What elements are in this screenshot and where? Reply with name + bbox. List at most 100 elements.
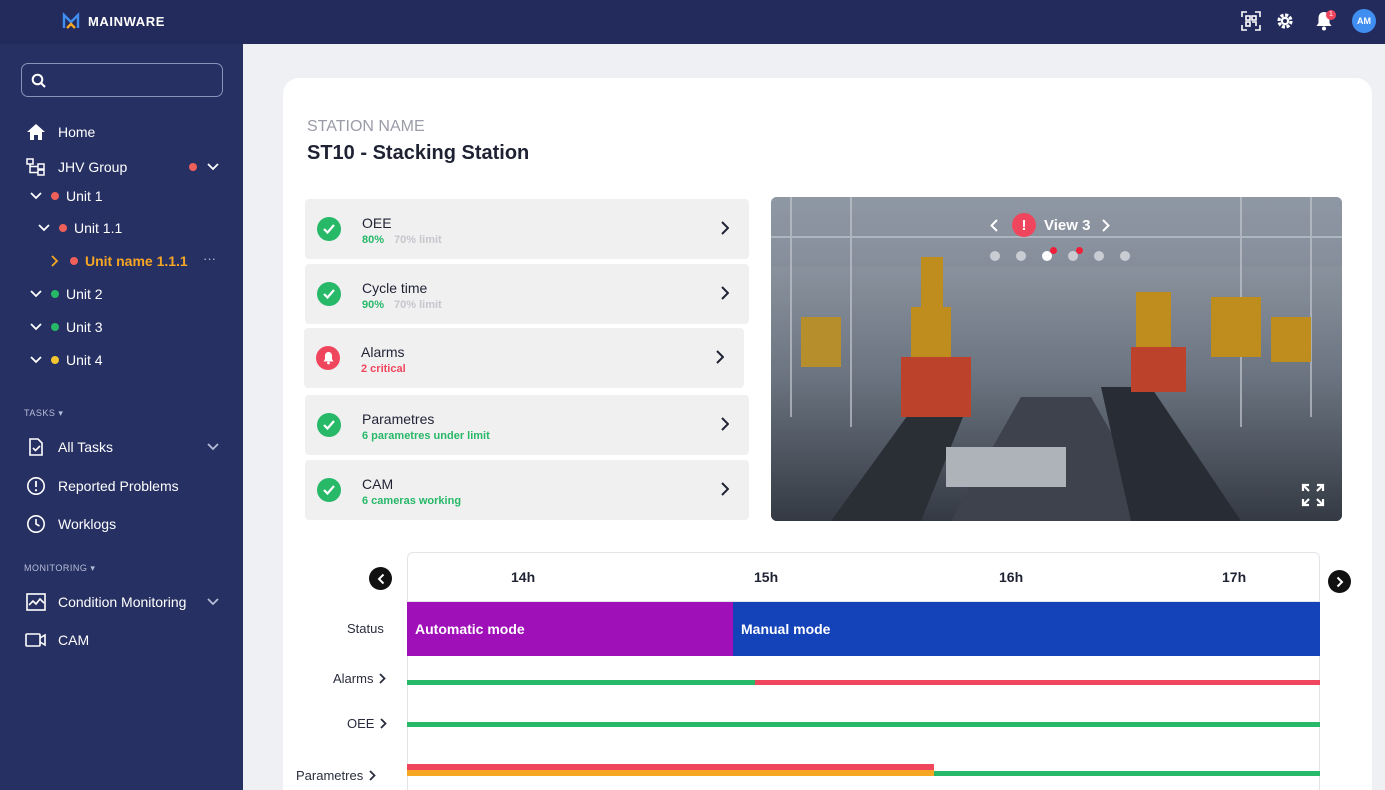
tree-item-unit-1[interactable]: Unit 1 — [29, 184, 103, 208]
bell-icon[interactable]: 1 — [1312, 9, 1336, 33]
section-tasks[interactable]: TASKS ▾ — [24, 408, 63, 419]
camera-dot[interactable] — [990, 251, 1000, 261]
chevron-left-icon — [377, 573, 384, 584]
section-label: MONITORING — [24, 563, 88, 573]
alarms-bar-ok[interactable] — [407, 680, 755, 685]
card-cycle-time[interactable]: Cycle time 90% 70% limit — [305, 264, 749, 324]
timeline-row-oee[interactable]: OEE — [347, 716, 388, 731]
app-logo[interactable]: MAINWARE — [62, 11, 165, 31]
status-dot — [70, 257, 78, 265]
bell-alert-icon — [316, 346, 340, 370]
card-alarms[interactable]: Alarms 2 critical — [304, 328, 744, 388]
section-label: TASKS — [24, 408, 56, 418]
sidebar-item-all-tasks[interactable]: All Tasks — [25, 435, 221, 459]
chevron-down-icon[interactable] — [207, 598, 219, 606]
card-title: OEE — [362, 215, 392, 231]
clipboard-check-icon — [25, 436, 47, 458]
chevron-right-icon — [379, 673, 387, 684]
check-circle-icon — [317, 282, 341, 306]
card-value: 2 critical — [361, 363, 406, 375]
tree-item-unit-3[interactable]: Unit 3 — [29, 315, 103, 339]
card-cam[interactable]: CAM 6 cameras working — [305, 460, 749, 520]
camera-dot[interactable] — [1016, 251, 1026, 261]
sidebar-item-cam[interactable]: CAM — [25, 628, 89, 652]
notification-badge: 1 — [1326, 10, 1336, 20]
chevron-right-icon[interactable] — [721, 286, 729, 300]
chevron-down-icon[interactable] — [37, 224, 51, 232]
brand-name: MAINWARE — [88, 13, 166, 29]
status-dot — [51, 192, 59, 200]
camera-dot[interactable] — [1068, 247, 1083, 261]
status-dot — [189, 163, 197, 171]
chevron-down-icon[interactable] — [29, 356, 43, 364]
alert-icon: ! — [1012, 213, 1036, 237]
sidebar-item-worklogs[interactable]: Worklogs — [25, 512, 116, 536]
timeline-row-alarms[interactable]: Alarms — [333, 671, 387, 686]
section-monitoring[interactable]: MONITORING ▾ — [24, 563, 95, 574]
chevron-right-icon[interactable] — [1102, 218, 1111, 232]
tree-item-unit-1-1[interactable]: Unit 1.1 — [37, 216, 122, 240]
tree-item-unit-4[interactable]: Unit 4 — [29, 348, 103, 372]
card-title: CAM — [362, 476, 394, 492]
chevron-down-icon[interactable] — [207, 163, 219, 171]
chevron-down-icon[interactable] — [29, 323, 43, 331]
caret-down-icon: ▾ — [90, 563, 96, 573]
parametres-bar-warn[interactable] — [407, 770, 934, 776]
clock-icon — [25, 513, 47, 535]
card-oee[interactable]: OEE 80% 70% limit — [305, 199, 749, 259]
sidebar-item-home[interactable]: Home — [25, 120, 95, 144]
search-icon — [31, 73, 46, 88]
home-icon — [25, 121, 47, 143]
more-options-icon[interactable]: ··· — [203, 251, 216, 266]
sidebar-item-label: Condition Monitoring — [58, 594, 187, 610]
card-parametres[interactable]: Parametres 6 parametres under limit — [305, 395, 749, 455]
status-dot — [51, 290, 59, 298]
camera-dot-active[interactable] — [1042, 247, 1057, 261]
card-value-text: 80% — [362, 234, 385, 246]
chevron-right-icon[interactable] — [721, 482, 729, 496]
camera-view-switcher: ! View 3 — [990, 213, 1111, 237]
card-value: 6 cameras working — [362, 495, 462, 507]
status-segment-manual[interactable]: Manual mode — [733, 602, 1320, 656]
status-dot — [59, 224, 67, 232]
camera-dot[interactable] — [1120, 251, 1130, 261]
timeline-row-parametres[interactable]: Parametres — [296, 768, 376, 783]
video-camera-icon — [25, 629, 47, 651]
chevron-down-icon[interactable] — [207, 443, 219, 451]
sidebar-item-jhv-group[interactable]: JHV Group — [25, 155, 221, 179]
parametres-bar-ok[interactable] — [934, 771, 1320, 776]
avatar[interactable]: AM — [1352, 9, 1376, 33]
timeline-row-label-status: Status — [347, 621, 384, 636]
check-circle-icon — [317, 478, 341, 502]
timeline-prev-button[interactable] — [369, 567, 392, 590]
chevron-right-icon[interactable] — [48, 255, 62, 267]
chevron-down-icon[interactable] — [29, 192, 43, 200]
oee-bar-ok[interactable] — [407, 722, 1320, 727]
top-bar: MAINWARE 1 AM — [0, 0, 1385, 44]
status-segment-automatic[interactable]: Automatic mode — [407, 602, 733, 656]
sidebar-item-label: Home — [58, 124, 96, 140]
tree-item-unit-name-1-1-1[interactable]: Unit name 1.1.1 ··· — [48, 249, 223, 273]
chevron-left-icon[interactable] — [990, 218, 998, 232]
alert-dot — [1050, 247, 1057, 254]
camera-dot[interactable] — [1094, 251, 1104, 261]
fullscreen-icon[interactable] — [1301, 483, 1325, 507]
gear-icon[interactable] — [1273, 9, 1297, 33]
timeline-next-button[interactable] — [1328, 570, 1351, 593]
alarms-bar-alarm[interactable] — [755, 680, 1320, 685]
card-value: 80% 70% limit — [362, 234, 442, 246]
search-input[interactable] — [21, 63, 223, 97]
sidebar-item-condition-monitoring[interactable]: Condition Monitoring — [25, 590, 221, 614]
sidebar-item-reported-problems[interactable]: Reported Problems — [25, 474, 179, 498]
mainware-logo-icon — [62, 12, 80, 29]
chevron-right-icon[interactable] — [721, 221, 729, 235]
chevron-right-icon[interactable] — [716, 350, 724, 364]
chevron-down-icon[interactable] — [29, 290, 43, 298]
segment-label: Manual mode — [741, 621, 831, 637]
chevron-right-icon — [369, 770, 376, 781]
tree-item-label: Unit 1.1 — [74, 220, 123, 236]
qr-scan-icon[interactable] — [1239, 9, 1263, 33]
camera-feed-image[interactable] — [771, 197, 1342, 521]
chevron-right-icon[interactable] — [721, 417, 729, 431]
tree-item-unit-2[interactable]: Unit 2 — [29, 282, 103, 306]
